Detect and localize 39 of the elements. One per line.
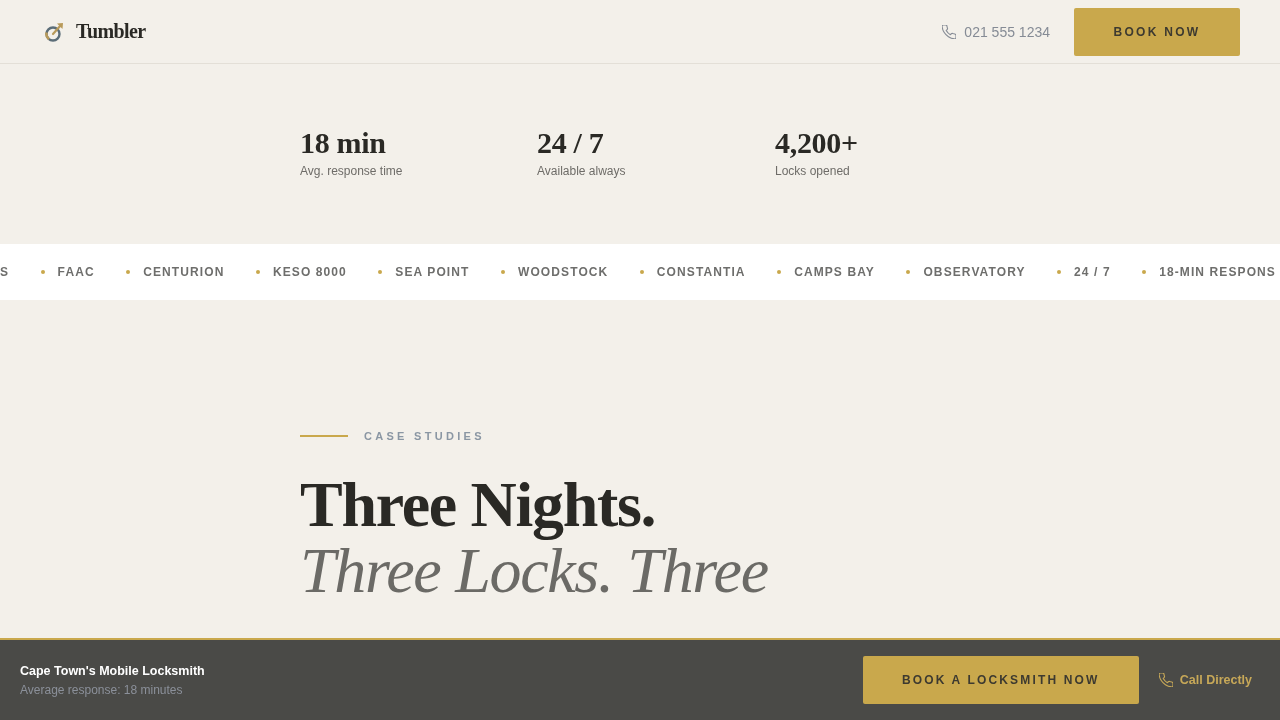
- dot-icon: [1142, 270, 1147, 274]
- stat-value: 18 min: [300, 125, 386, 161]
- call-link[interactable]: Call Directly: [1158, 673, 1252, 687]
- brand-name[interactable]: Tumbler: [76, 20, 146, 43]
- dot-icon: [40, 270, 45, 274]
- stat-label: Locks opened: [775, 163, 850, 179]
- bar-subtitle: Average response: 18 minutes: [20, 681, 184, 699]
- ticker-item: WOODSTOCK: [518, 265, 609, 279]
- phone-icon: [942, 24, 957, 39]
- ring-arrow-icon: [45, 21, 64, 42]
- dot-icon: [906, 270, 911, 274]
- ticker-item: 18-MIN RESPONS: [1159, 265, 1276, 279]
- ticker-item: KESO 8000: [272, 265, 347, 279]
- book-locksmith-button[interactable]: BOOK A LOCKSMITH NOW: [862, 656, 1139, 704]
- phone-link[interactable]: 021 555 1234: [942, 23, 1050, 40]
- ticker-item: SEA POINT: [395, 265, 470, 279]
- section-eyebrow: CASE STUDIES: [364, 429, 485, 444]
- phone-icon: [1158, 673, 1173, 687]
- dot-icon: [501, 270, 505, 274]
- ticker-item: FAAC: [57, 265, 95, 279]
- bar-title: Cape Town's Mobile Locksmith: [20, 662, 205, 680]
- ticker-item: CONSTANTIA: [656, 265, 746, 279]
- ticker-item: CAMPS BAY: [794, 265, 875, 279]
- section-title: Three Nights.: [300, 472, 656, 538]
- ticker-item: S: [0, 265, 10, 279]
- book-now-button[interactable]: BOOK NOW: [1074, 7, 1240, 56]
- dot-icon: [378, 270, 383, 274]
- stat-label: Avg. response time: [300, 163, 403, 179]
- ticker-item: CENTURION: [143, 265, 225, 279]
- dot-icon: [777, 270, 782, 274]
- dot-icon: [1057, 270, 1062, 274]
- ticker-item: OBSERVATORY: [923, 265, 1026, 279]
- stat-label: Available always: [537, 163, 626, 179]
- stat-value: 24 / 7: [537, 125, 604, 161]
- stat-value: 4,200+: [775, 125, 858, 161]
- dot-icon: [126, 270, 131, 274]
- ticker-item: 24 / 7: [1074, 265, 1111, 279]
- dot-icon: [639, 270, 644, 274]
- dot-icon: [255, 270, 260, 274]
